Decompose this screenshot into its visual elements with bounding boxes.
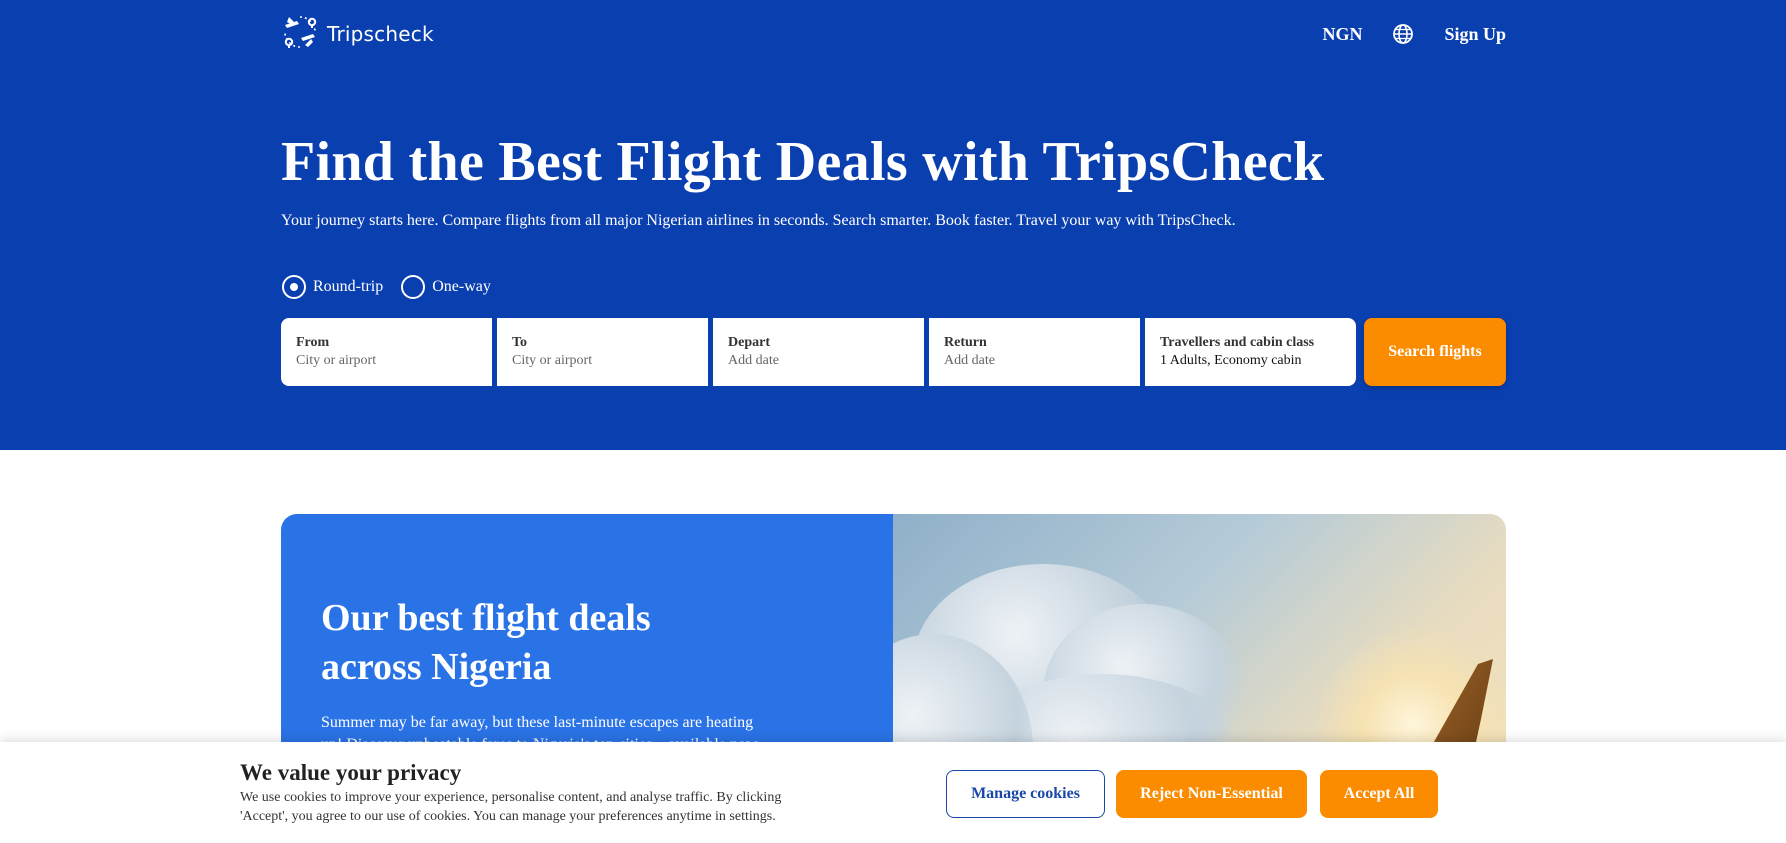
sign-up-link[interactable]: Sign Up (1444, 24, 1506, 45)
cookie-title: We value your privacy (240, 760, 462, 785)
currency-selector[interactable]: NGN (1322, 24, 1362, 45)
deals-title: Our best flight deals across Nigeria (321, 594, 853, 692)
plane-logo-icon (281, 13, 319, 56)
search-flights-button[interactable]: Search flights (1364, 318, 1506, 386)
from-placeholder: City or airport (296, 353, 377, 368)
to-field[interactable]: To City or airport (497, 318, 708, 386)
depart-placeholder: Add date (728, 353, 779, 368)
one-way-option[interactable]: One-way (401, 275, 491, 299)
travellers-field[interactable]: Travellers and cabin class 1 Adults, Eco… (1145, 318, 1356, 386)
return-placeholder: Add date (944, 353, 995, 368)
hero-section: Tripscheck NGN Sign Up Find the Best Fli… (0, 0, 1786, 450)
manage-cookies-button[interactable]: Manage cookies (946, 770, 1105, 818)
one-way-label: One-way (432, 278, 491, 295)
reject-non-essential-button[interactable]: Reject Non-Essential (1116, 770, 1307, 818)
depart-field[interactable]: Depart Add date (713, 318, 924, 386)
return-field[interactable]: Return Add date (929, 318, 1140, 386)
hero-subtitle: Your journey starts here. Compare flight… (281, 212, 1236, 229)
from-field[interactable]: From City or airport (281, 318, 492, 386)
radio-selected-icon (282, 275, 306, 299)
cookie-text: We use cookies to improve your experienc… (240, 790, 782, 824)
trip-type-selector: Round-trip One-way (282, 275, 491, 299)
hero-title: Find the Best Flight Deals with TripsChe… (281, 131, 1325, 193)
top-navbar: Tripscheck NGN Sign Up (281, 14, 1506, 54)
nav-actions: NGN Sign Up (1322, 23, 1506, 45)
round-trip-label: Round-trip (313, 278, 384, 295)
deals-title-line1: Our best flight deals (321, 597, 651, 639)
to-label: To (512, 335, 528, 350)
from-label: From (296, 335, 330, 350)
brand-name: Tripscheck (327, 22, 434, 46)
travellers-label: Travellers and cabin class (1160, 335, 1315, 350)
return-label: Return (944, 335, 987, 350)
flight-search-form: From City or airport To City or airport … (281, 318, 1506, 386)
depart-label: Depart (728, 335, 770, 350)
radio-empty-icon (401, 275, 426, 299)
travellers-value: 1 Adults, Economy cabin (1160, 353, 1302, 368)
brand-logo[interactable]: Tripscheck (281, 13, 434, 56)
to-placeholder: City or airport (512, 353, 593, 368)
globe-icon[interactable] (1392, 23, 1414, 45)
deals-title-line2: across Nigeria (321, 646, 552, 688)
round-trip-option[interactable]: Round-trip (282, 275, 383, 299)
cookie-consent-banner: We value your privacy We use cookies to … (0, 742, 1786, 843)
accept-all-button[interactable]: Accept All (1320, 770, 1438, 818)
